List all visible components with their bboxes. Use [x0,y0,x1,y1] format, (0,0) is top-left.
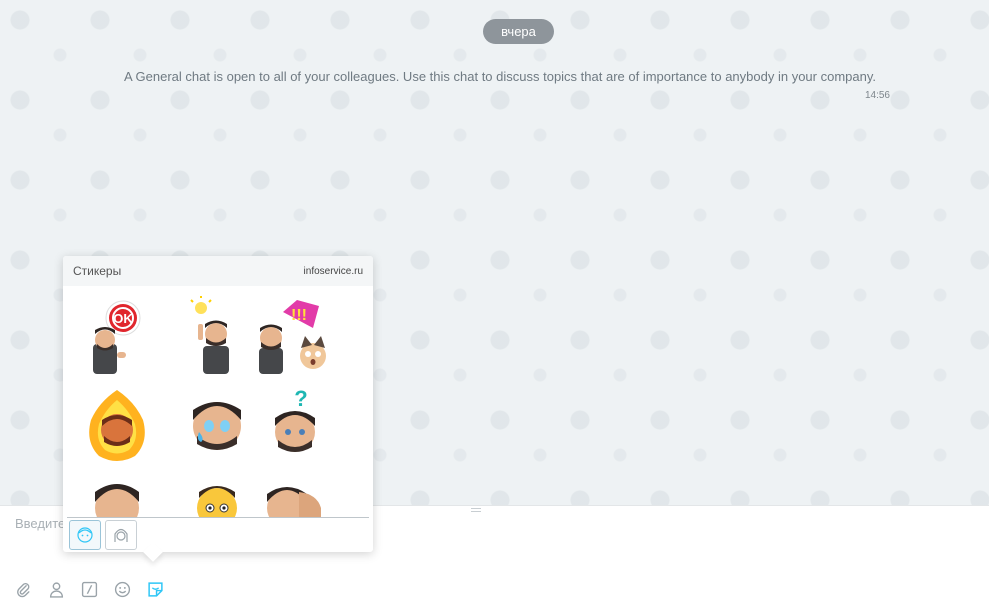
cat-surprise-sticker[interactable]: !!! [257,296,333,376]
confused-sticker[interactable]: ? [257,386,333,466]
sticker-pack-bar [67,517,369,552]
command-icon[interactable] [78,578,100,600]
svg-text:!!!: !!! [291,307,307,324]
bitmoji-pack-tab[interactable] [69,520,101,550]
person-icon[interactable] [45,578,67,600]
resize-handle[interactable] [471,508,481,512]
paperclip-icon[interactable] [12,578,34,600]
message-time: 14:56 [864,90,890,101]
girl-pack-tab[interactable] [105,520,137,550]
girl-pack-icon [114,528,128,542]
fire-angry-sticker[interactable] [79,386,155,466]
composer-toolbar [12,578,177,600]
sticker-popup: Стикеры infoservice.ru OK !!! ? [63,256,373,552]
man-sticker-7[interactable] [79,476,155,518]
popup-header: Стикеры infoservice.ru [63,256,373,286]
popup-source-link[interactable]: infoservice.ru [304,266,363,277]
date-divider: вчера [483,19,554,44]
smile-icon[interactable] [111,578,133,600]
sticker-grid: OK !!! ? [63,286,373,518]
system-message: A General chat is open to all of your co… [123,69,876,84]
sticker-icon[interactable] [144,578,166,600]
ok-sticker[interactable]: OK [79,296,155,376]
yellow-face-sticker[interactable] [179,476,255,518]
crying-sticker[interactable] [179,386,255,466]
bitmoji-pack-icon [77,527,93,543]
svg-text:?: ? [294,386,307,411]
svg-text:OK: OK [113,311,133,326]
popup-title: Стикеры [73,264,122,278]
idea-sticker[interactable] [179,296,255,376]
facepalm-sticker[interactable] [257,476,333,518]
